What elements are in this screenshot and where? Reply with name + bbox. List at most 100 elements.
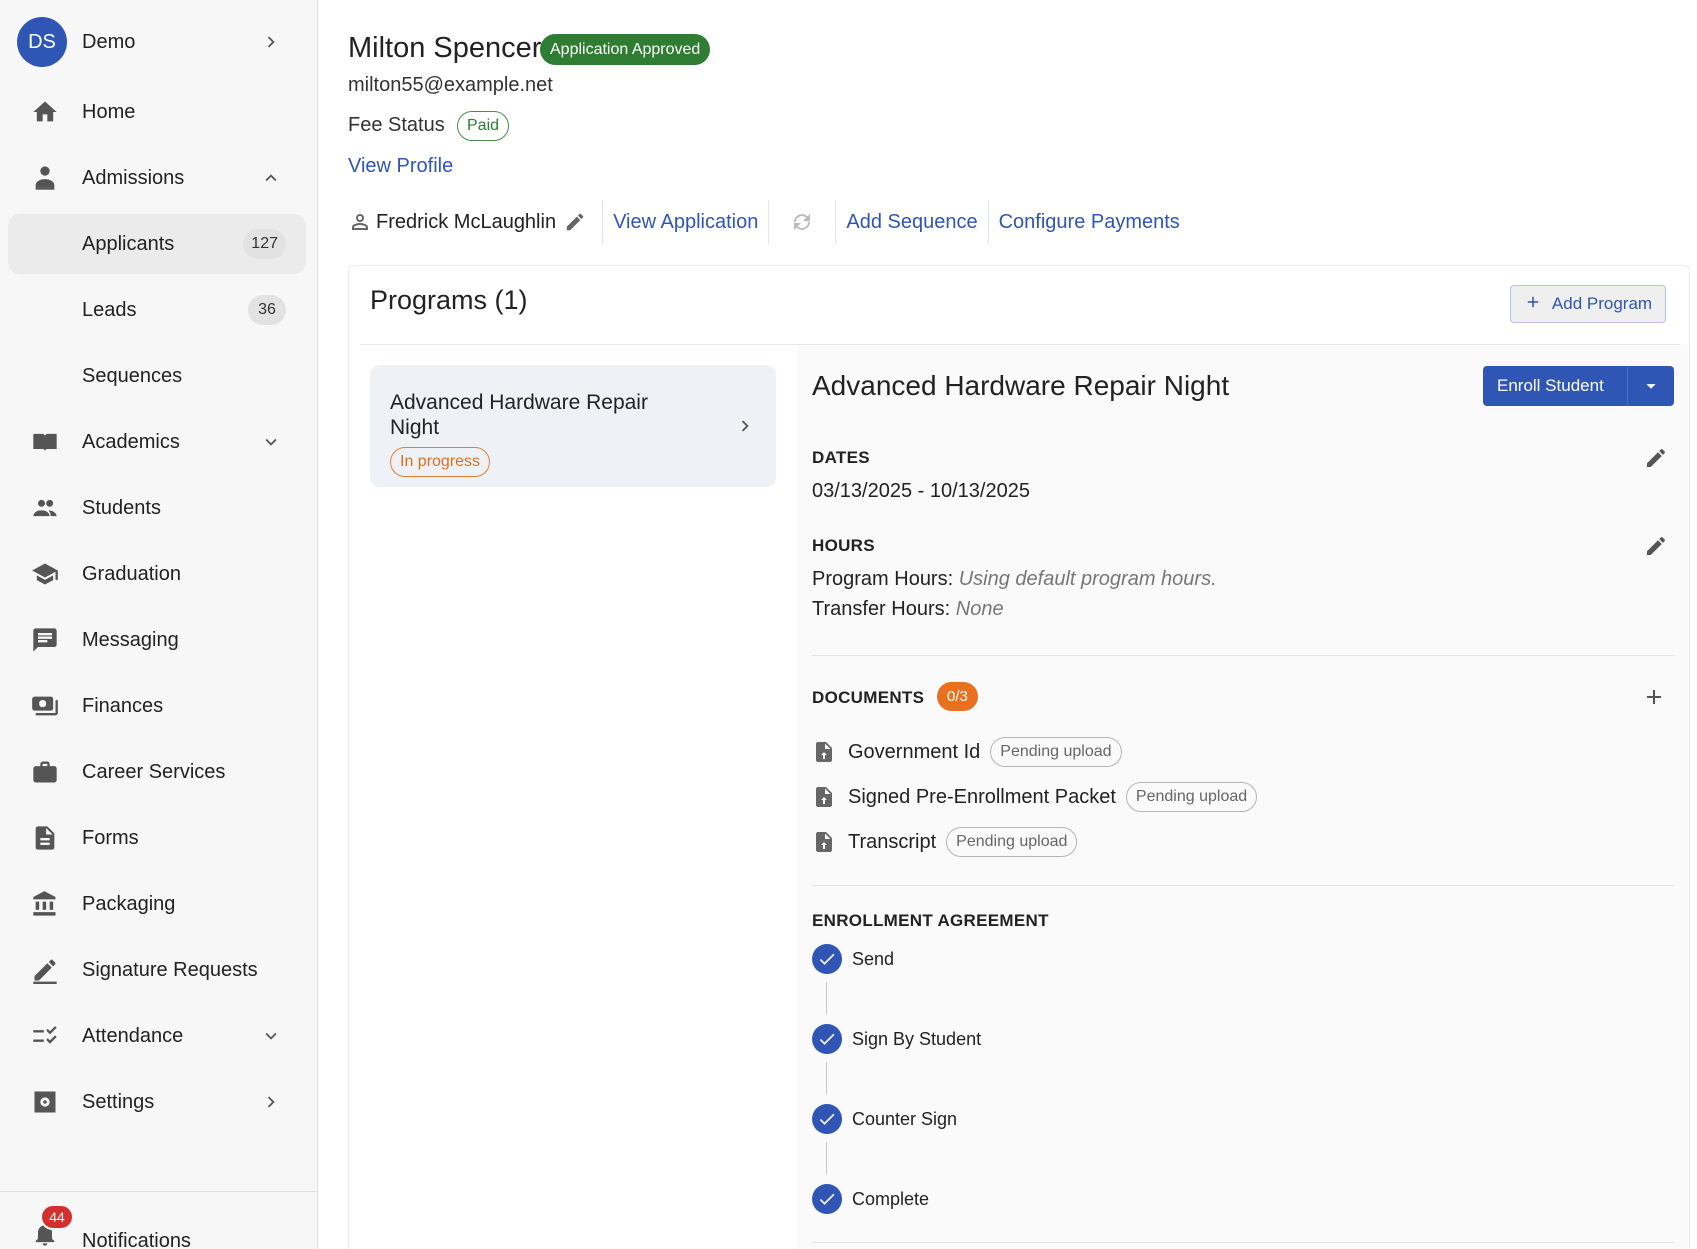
count-badge: 36 (248, 295, 286, 325)
notification-count-badge: 44 (40, 1204, 74, 1230)
dropdown-caret-icon[interactable] (1628, 375, 1674, 397)
sidebar-item-settings[interactable]: Settings (8, 1072, 306, 1132)
sidebar-item-label: Academics (82, 430, 180, 453)
sidebar-item-leads[interactable]: Leads 36 (8, 280, 306, 340)
program-list-item[interactable]: Advanced Hardware Repair Night In progre… (370, 365, 776, 487)
sidebar-item-forms[interactable]: Forms (8, 808, 306, 868)
org-switcher[interactable]: DS Demo (8, 12, 306, 72)
enroll-student-split-button[interactable]: Enroll Student (1483, 366, 1674, 406)
sidebar-item-admissions[interactable]: Admissions (8, 148, 306, 208)
count-badge: 127 (243, 229, 286, 259)
agreement-step: Send (812, 944, 894, 974)
sidebar: DS Demo Home Admissions Applicants 127 L… (0, 0, 318, 1249)
briefcase-icon (28, 755, 62, 789)
check-circle-icon (812, 944, 842, 974)
sidebar-item-students[interactable]: Students (8, 478, 306, 538)
person-outline-icon (348, 210, 372, 234)
sidebar-item-packaging[interactable]: Packaging (8, 874, 306, 934)
signature-pen-icon (28, 953, 62, 987)
step-connector (826, 1142, 827, 1174)
chevron-down-icon (260, 1025, 282, 1047)
sidebar-item-finances[interactable]: Finances (8, 676, 306, 736)
step-connector (826, 982, 827, 1014)
money-icon (28, 689, 62, 723)
edit-hours-pencil-icon[interactable] (1644, 534, 1668, 558)
sidebar-item-academics[interactable]: Academics (8, 412, 306, 472)
chat-icon (28, 623, 62, 657)
edit-dates-pencil-icon[interactable] (1644, 446, 1668, 470)
sidebar-item-label: Home (82, 100, 136, 123)
sidebar-divider (0, 1191, 318, 1192)
program-list-title: Advanced Hardware Repair Night (390, 391, 648, 439)
action-bar: Fredrick McLaughlin View Application Add… (348, 200, 1190, 244)
enrollment-agreement-heading: ENROLLMENT AGREEMENT (812, 911, 1049, 930)
application-status-chip: Application Approved (540, 34, 711, 65)
check-circle-icon (812, 1104, 842, 1134)
sidebar-item-home[interactable]: Home (8, 82, 306, 142)
program-status-chip: In progress (390, 447, 491, 477)
divider (812, 1242, 1674, 1243)
sidebar-item-label: Settings (82, 1090, 155, 1113)
book-icon (28, 425, 62, 459)
programs-title: Programs (1) (370, 285, 528, 315)
sidebar-item-label: Messaging (82, 628, 179, 651)
agreement-step: Complete (812, 1184, 929, 1214)
document-status-chip: Pending upload (1125, 782, 1258, 812)
file-upload-icon (812, 740, 836, 764)
sidebar-item-label: Forms (82, 826, 139, 849)
admissions-icon (28, 161, 62, 195)
chevron-right-icon (260, 31, 282, 53)
people-icon (28, 491, 62, 525)
sidebar-item-graduation[interactable]: Graduation (8, 544, 306, 604)
add-document-plus-icon[interactable] (1642, 685, 1666, 709)
form-document-icon (28, 821, 62, 855)
agreement-step-label: Counter Sign (852, 1108, 958, 1129)
sidebar-item-label: Graduation (82, 562, 181, 585)
document-row[interactable]: Transcript Pending upload (812, 826, 1078, 858)
check-circle-icon (812, 1184, 842, 1214)
sidebar-item-label: Attendance (82, 1024, 184, 1047)
check-circle-icon (812, 1024, 842, 1054)
sidebar-item-applicants[interactable]: Applicants 127 (8, 214, 306, 274)
sidebar-item-label: Admissions (82, 166, 185, 189)
chevron-up-icon (260, 167, 282, 189)
sidebar-item-sequences[interactable]: Sequences (8, 346, 306, 406)
document-row[interactable]: Government Id Pending upload (812, 736, 1122, 768)
org-name: Demo (82, 30, 136, 53)
document-name: Transcript (848, 830, 937, 853)
document-name: Government Id (848, 740, 981, 763)
program-hours-row: Program Hours: Using default program hou… (812, 568, 1217, 591)
divider (812, 885, 1674, 886)
plus-icon (1524, 293, 1542, 316)
view-profile-link[interactable]: View Profile (348, 155, 453, 178)
sidebar-item-label: Leads (82, 298, 137, 321)
add-program-label: Add Program (1551, 294, 1653, 313)
bank-icon (28, 887, 62, 921)
sidebar-item-attendance[interactable]: Attendance (8, 1006, 306, 1066)
avatar: DS (17, 17, 67, 67)
file-upload-icon (812, 830, 836, 854)
sidebar-item-signature-requests[interactable]: Signature Requests (8, 940, 306, 1000)
transfer-hours-label: Transfer Hours: (812, 598, 951, 620)
sidebar-item-label: Sequences (82, 364, 183, 387)
add-program-button[interactable]: Add Program (1510, 285, 1666, 323)
enroll-student-button[interactable]: Enroll Student (1483, 376, 1627, 396)
assignee-control[interactable]: Fredrick McLaughlin (348, 210, 602, 234)
document-status-chip: Pending upload (990, 737, 1122, 767)
refresh-icon[interactable] (769, 210, 835, 234)
program-hours-label: Program Hours: (812, 568, 954, 590)
sidebar-item-label: Finances (82, 694, 164, 717)
agreement-step-label: Send (852, 948, 895, 969)
assignee-name: Fredrick McLaughlin (376, 210, 557, 233)
sidebar-item-label: Packaging (82, 892, 176, 915)
add-sequence-link[interactable]: Add Sequence (836, 211, 987, 234)
document-row[interactable]: Signed Pre-Enrollment Packet Pending upl… (812, 781, 1258, 813)
sidebar-item-label: Signature Requests (82, 958, 258, 981)
edit-pencil-icon[interactable] (564, 211, 586, 233)
home-icon (28, 95, 62, 129)
agreement-step: Sign By Student (812, 1024, 981, 1054)
sidebar-item-messaging[interactable]: Messaging (8, 610, 306, 670)
configure-payments-link[interactable]: Configure Payments (989, 211, 1190, 234)
view-application-link[interactable]: View Application (603, 211, 768, 234)
sidebar-item-career-services[interactable]: Career Services (8, 742, 306, 802)
